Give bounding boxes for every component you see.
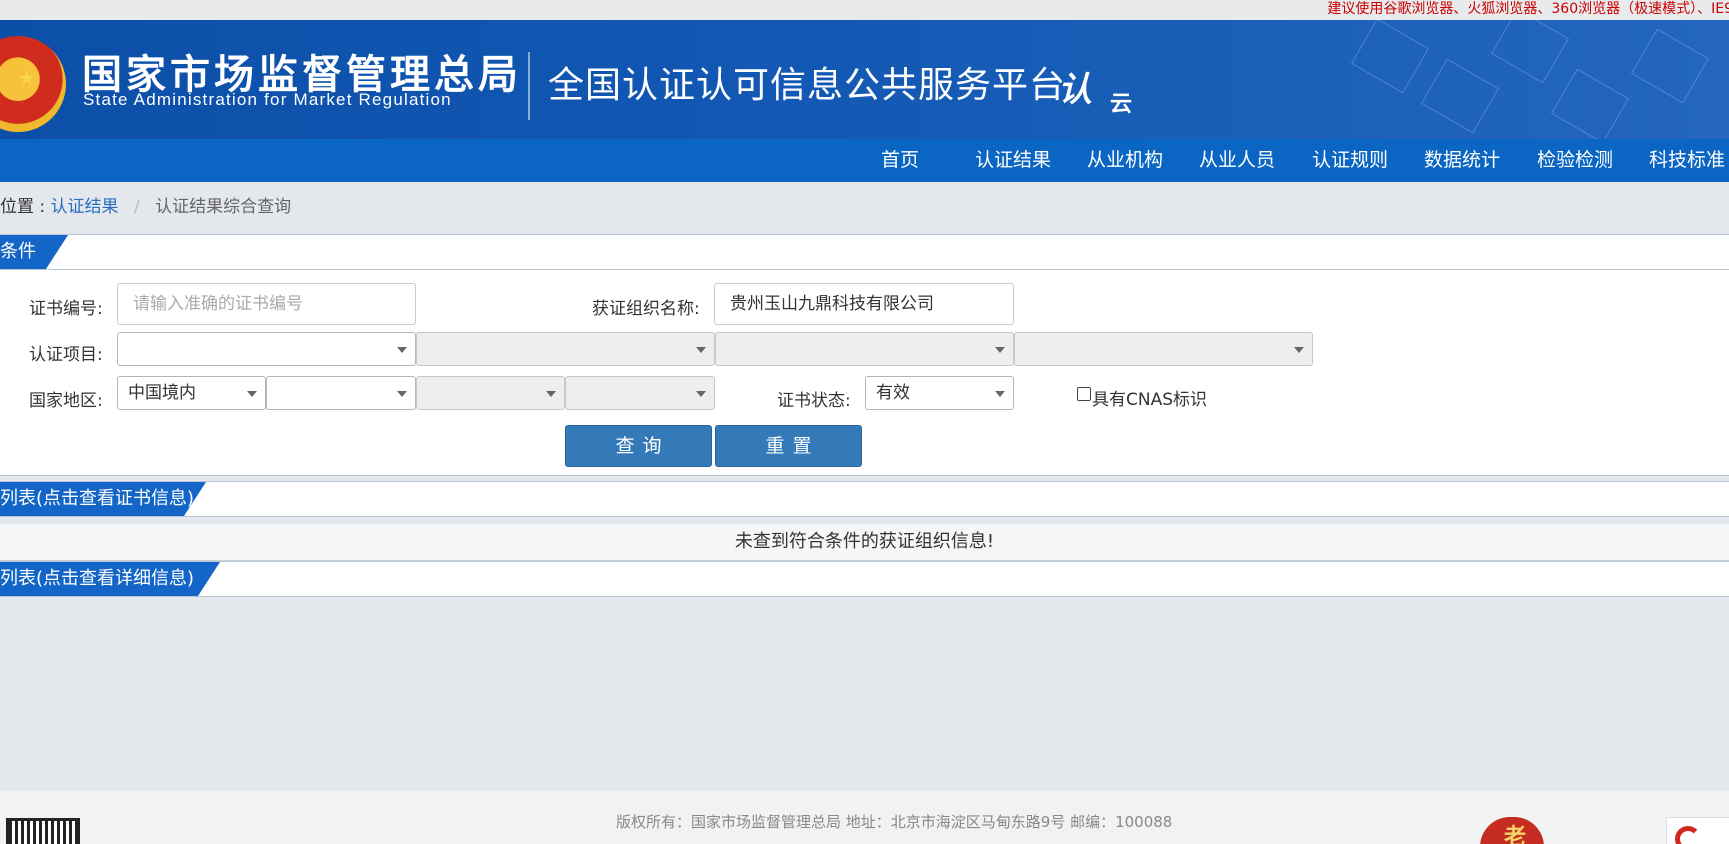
breadcrumb-current: 认证结果综合查询 bbox=[155, 197, 292, 217]
cert-status-label: 证书状态: bbox=[777, 391, 851, 411]
decor-hexagon bbox=[1631, 28, 1709, 104]
nav-item-home[interactable]: 首页 bbox=[881, 139, 919, 182]
chevron-down-icon bbox=[397, 347, 407, 353]
project-select-3[interactable] bbox=[715, 332, 1014, 366]
region-label: 国家地区: bbox=[29, 391, 103, 411]
nav-item-standards[interactable]: 科技标准 bbox=[1649, 139, 1725, 182]
region-select-district[interactable] bbox=[565, 376, 715, 410]
detail-list-section-header: 列表(点击查看详细信息) bbox=[0, 561, 1729, 597]
breadcrumb-prefix: 位置 : bbox=[0, 197, 46, 217]
decor-hexagon bbox=[1351, 20, 1429, 94]
elderly-mode-badge-icon[interactable]: 老 bbox=[1480, 817, 1544, 844]
project-select-1[interactable] bbox=[117, 332, 416, 366]
nav-item-statistics[interactable]: 数据统计 bbox=[1424, 139, 1500, 182]
region-select-province[interactable] bbox=[266, 376, 416, 410]
detail-list-section-title: 列表(点击查看详细信息) bbox=[0, 562, 220, 596]
cnas-checkbox[interactable] bbox=[1077, 387, 1091, 401]
breadcrumb-link-cert-results[interactable]: 认证结果 bbox=[51, 197, 119, 217]
decor-hexagon bbox=[1551, 68, 1629, 139]
cert-no-label: 证书编号: bbox=[29, 299, 103, 319]
header-divider bbox=[528, 52, 530, 120]
nav-item-institutions[interactable]: 从业机构 bbox=[1087, 139, 1163, 182]
site-header: ★ 国家市场监督管理总局 State Administration for Ma… bbox=[0, 20, 1729, 139]
project-label: 认证项目: bbox=[29, 345, 103, 365]
nav-item-cert-results[interactable]: 认证结果 bbox=[975, 139, 1051, 182]
chevron-down-icon bbox=[696, 391, 706, 397]
org-list-section-header: 列表(点击查看证书信息) bbox=[0, 481, 1729, 517]
search-form: 证书编号: 请输入准确的证书编号 获证组织名称: 贵州玉山九鼎科技有限公司 认证… bbox=[0, 270, 1729, 476]
nav-item-rules[interactable]: 认证规则 bbox=[1312, 139, 1388, 182]
gov-site-badge-icon[interactable] bbox=[1666, 817, 1729, 844]
region-select-city[interactable] bbox=[416, 376, 565, 410]
footer-copyright: 版权所有：国家市场监督管理总局 地址：北京市海淀区马甸东路9号 邮编：10008… bbox=[616, 813, 1173, 831]
nav-item-personnel[interactable]: 从业人员 bbox=[1199, 139, 1275, 182]
qr-code-icon bbox=[6, 818, 80, 844]
cnas-checkbox-label: 具有CNAS标识 bbox=[1092, 390, 1208, 410]
decor-hexagon bbox=[1491, 20, 1569, 84]
browser-notice-bar: 建议使用谷歌浏览器、火狐浏览器、360浏览器（极速模式）、IE9 bbox=[0, 0, 1729, 20]
browser-notice-text: 建议使用谷歌浏览器、火狐浏览器、360浏览器（极速模式）、IE9 bbox=[1327, 1, 1729, 17]
platform-title: 全国认证认可信息公共服务平台 bbox=[548, 65, 1067, 106]
org-list-section-title: 列表(点击查看证书信息) bbox=[0, 482, 206, 516]
cert-status-select[interactable]: 有效 bbox=[865, 376, 1014, 410]
renzheng-yun-logo-sub: 云 bbox=[1110, 92, 1133, 117]
org-name-label: 获证组织名称: bbox=[592, 299, 700, 319]
project-select-2[interactable] bbox=[416, 332, 715, 366]
decor-hexagon bbox=[1421, 58, 1499, 134]
main-nav: 首页 认证结果 从业机构 从业人员 认证规则 数据统计 检验检测 科技标准 bbox=[0, 139, 1729, 182]
renzheng-yun-logo: 认 bbox=[1058, 70, 1092, 110]
breadcrumb: 位置 : 认证结果 / 认证结果综合查询 bbox=[0, 192, 291, 217]
chevron-down-icon bbox=[995, 347, 1005, 353]
conditions-section-title: 条件 bbox=[0, 235, 68, 269]
chevron-down-icon bbox=[397, 391, 407, 397]
chevron-down-icon bbox=[1294, 347, 1304, 353]
chevron-down-icon bbox=[696, 347, 706, 353]
site-footer: 版权所有：国家市场监督管理总局 地址：北京市海淀区马甸东路9号 邮编：10008… bbox=[0, 791, 1729, 844]
breadcrumb-separator: / bbox=[133, 197, 140, 217]
cert-no-input[interactable]: 请输入准确的证书编号 bbox=[117, 283, 416, 325]
chevron-down-icon bbox=[995, 391, 1005, 397]
nav-item-inspection[interactable]: 检验检测 bbox=[1537, 139, 1613, 182]
search-button[interactable]: 查询 bbox=[565, 425, 712, 467]
region-select-country[interactable]: 中国境内 bbox=[117, 376, 266, 410]
empty-result-message: 未查到符合条件的获证组织信息! bbox=[0, 524, 1729, 561]
project-select-4[interactable] bbox=[1014, 332, 1313, 366]
chevron-down-icon bbox=[546, 391, 556, 397]
reset-button[interactable]: 重置 bbox=[715, 425, 862, 467]
conditions-section-header: 条件 bbox=[0, 234, 1729, 270]
national-emblem-icon: ★ bbox=[0, 36, 66, 132]
org-name-input[interactable]: 贵州玉山九鼎科技有限公司 bbox=[714, 283, 1014, 325]
org-name-en: State Administration for Market Regulati… bbox=[83, 90, 452, 109]
chevron-down-icon bbox=[247, 391, 257, 397]
